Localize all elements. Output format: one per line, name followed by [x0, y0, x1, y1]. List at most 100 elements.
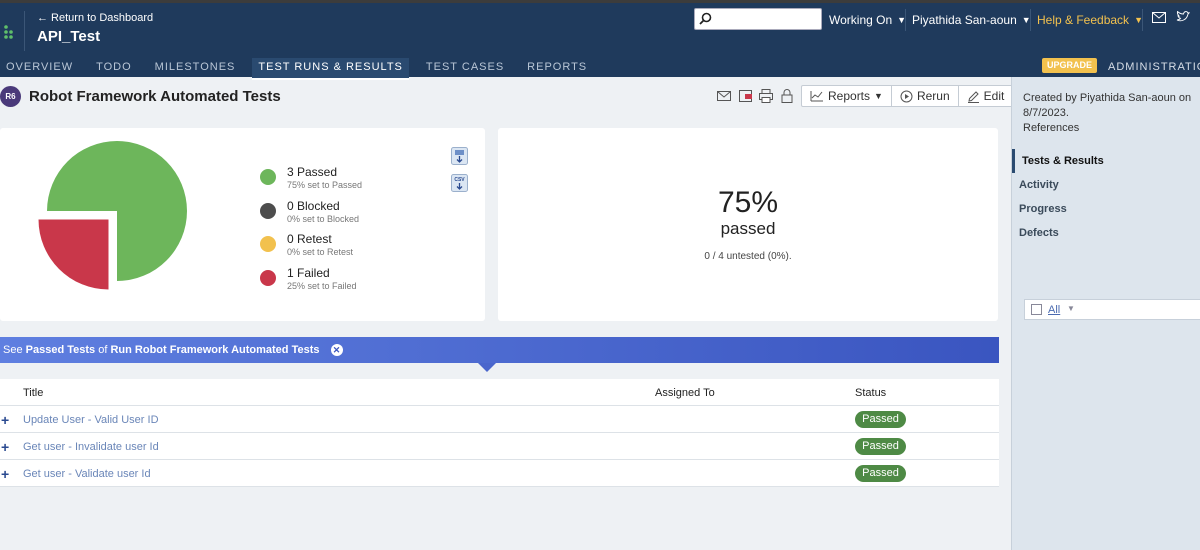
search-input[interactable]: [694, 8, 822, 30]
edit-label: Edit: [983, 89, 1005, 103]
status-badge: Passed: [855, 411, 906, 428]
main-tabs: OVERVIEW TODO MILESTONES TEST RUNS & RES…: [0, 58, 604, 80]
reports-dropdown-button[interactable]: Reports ▼: [802, 86, 892, 106]
column-status[interactable]: Status: [855, 387, 886, 399]
chevron-down-icon: ▼: [874, 91, 883, 101]
sidebar-item-defects[interactable]: Defects: [1012, 221, 1200, 245]
edit-button[interactable]: Edit: [959, 86, 1013, 106]
tab-reports[interactable]: REPORTS: [521, 58, 593, 80]
legend-label: 0 Retest: [287, 232, 332, 246]
sidebar-nav: Tests & Results Activity Progress Defect…: [1012, 149, 1200, 245]
legend-sublabel: 25% set to Failed: [287, 281, 357, 291]
sidebar-filter-select[interactable]: All ▼: [1024, 299, 1200, 320]
table-row[interactable]: + Update User - Valid User ID Passed: [0, 406, 999, 433]
legend-dot: [260, 236, 276, 252]
filter-status: Passed Tests: [25, 344, 96, 356]
project-title: API_Test: [37, 28, 101, 45]
sidebar-item-tests-results[interactable]: Tests & Results: [1012, 149, 1200, 173]
lock-icon[interactable]: [779, 88, 795, 104]
rerun-button[interactable]: Rerun: [892, 86, 959, 106]
chevron-down-icon: ▼: [1067, 304, 1075, 313]
run-actions-group: Reports ▼ Rerun Edit: [801, 85, 1014, 107]
svg-text:CSV: CSV: [454, 177, 465, 183]
expand-icon[interactable]: +: [1, 412, 9, 428]
test-title-link[interactable]: Update User - Valid User ID: [23, 414, 159, 426]
filter-all-label: All: [1048, 304, 1061, 316]
print-icon[interactable]: [758, 88, 774, 104]
user-menu[interactable]: Piyathida San-aoun ▼: [912, 13, 1031, 27]
filter-bar: See Passed Tests of Run Robot Framework …: [0, 337, 999, 363]
results-chart-card: 3 Passed 75% set to Passed 0 Blocked 0% …: [0, 128, 485, 321]
sidebar-item-progress[interactable]: Progress: [1012, 197, 1200, 221]
test-title-link[interactable]: Get user - Invalidate user Id: [23, 441, 159, 453]
legend-label: 0 Blocked: [287, 199, 340, 213]
references-text: References: [1023, 122, 1080, 134]
run-meta: Created by Piyathida San-aoun on 8/7/202…: [1023, 91, 1200, 136]
legend-sublabel: 75% set to Passed: [287, 180, 363, 190]
tab-todo[interactable]: TODO: [90, 58, 138, 80]
expand-icon[interactable]: +: [1, 466, 9, 482]
filter-pointer: [478, 363, 496, 372]
test-title-link[interactable]: Get user - Validate user Id: [23, 468, 151, 480]
tests-table: Title Assigned To Status + Update User -…: [0, 379, 999, 487]
reports-label: Reports: [828, 89, 871, 103]
help-feedback-menu[interactable]: Help & Feedback ▼: [1037, 13, 1143, 27]
column-assigned-to[interactable]: Assigned To: [655, 387, 715, 399]
run-id-badge: R6: [0, 86, 21, 107]
expand-icon[interactable]: +: [1, 439, 9, 455]
sidebar-item-activity[interactable]: Activity: [1012, 173, 1200, 197]
legend-label: 3 Passed: [287, 165, 338, 179]
rerun-label: Rerun: [916, 89, 950, 103]
pie-slice-failed[interactable]: [38, 219, 109, 290]
legend-dot: [260, 270, 276, 286]
run-header: R6 Robot Framework Automated Tests Repor…: [0, 84, 1014, 110]
top-header: ← Return to Dashboard API_Test Working O…: [0, 0, 1200, 80]
pass-label: passed: [720, 219, 776, 238]
right-sidebar: Created by Piyathida San-aoun on 8/7/202…: [1011, 77, 1200, 550]
pass-rate-card: 75% passed 0 / 4 untested (0%).: [498, 128, 998, 321]
download-image-icon[interactable]: [451, 147, 468, 165]
export-icon[interactable]: [738, 88, 754, 104]
tab-test-cases[interactable]: TEST CASES: [420, 58, 510, 80]
download-csv-icon[interactable]: CSV: [451, 174, 468, 192]
legend-label: 1 Failed: [287, 266, 330, 280]
tab-milestones[interactable]: MILESTONES: [149, 58, 242, 80]
results-pie-chart: [38, 141, 187, 290]
email-icon[interactable]: [716, 88, 732, 104]
tab-overview[interactable]: OVERVIEW: [0, 58, 79, 80]
created-by-text: Created by Piyathida San-aoun on 8/7/202…: [1023, 92, 1192, 119]
status-badge: Passed: [855, 438, 906, 455]
logo-divider: [24, 11, 25, 51]
help-label: Help & Feedback: [1037, 13, 1130, 27]
status-badge: Passed: [855, 465, 906, 482]
legend-dot: [260, 169, 276, 185]
table-header: Title Assigned To Status: [0, 379, 999, 406]
filter-middle: of: [98, 344, 108, 356]
mail-icon[interactable]: [1152, 12, 1166, 23]
legend-sublabel: 0% set to Blocked: [287, 214, 360, 224]
pass-percentage: 75%: [717, 186, 779, 219]
search-icon: [699, 12, 712, 25]
run-title: Robot Framework Automated Tests: [29, 88, 281, 105]
filter-icon: [1031, 304, 1042, 315]
tab-test-runs-results[interactable]: TEST RUNS & RESULTS: [252, 58, 409, 80]
play-circle-icon: [900, 90, 913, 102]
legend-sublabel: 0% set to Retest: [287, 247, 354, 257]
header-divider: [1142, 9, 1143, 31]
administration-link[interactable]: ADMINISTRATION: [1108, 61, 1200, 73]
close-filter-icon[interactable]: ✕: [330, 344, 343, 357]
app-logo-icon[interactable]: [2, 23, 18, 43]
table-row[interactable]: + Get user - Validate user Id Passed: [0, 460, 999, 487]
return-to-dashboard-link[interactable]: ← Return to Dashboard: [37, 12, 153, 24]
twitter-icon[interactable]: [1176, 11, 1190, 23]
header-divider: [905, 9, 906, 31]
column-title[interactable]: Title: [23, 387, 43, 399]
chart-icon: [810, 91, 823, 102]
working-on-menu[interactable]: Working On ▼: [829, 13, 906, 27]
header-divider: [1030, 9, 1031, 31]
table-row[interactable]: + Get user - Invalidate user Id Passed: [0, 433, 999, 460]
pencil-icon: [967, 90, 979, 103]
legend-dot: [260, 203, 276, 219]
filter-prefix: See: [3, 344, 23, 356]
upgrade-button[interactable]: UPGRADE: [1042, 58, 1097, 73]
